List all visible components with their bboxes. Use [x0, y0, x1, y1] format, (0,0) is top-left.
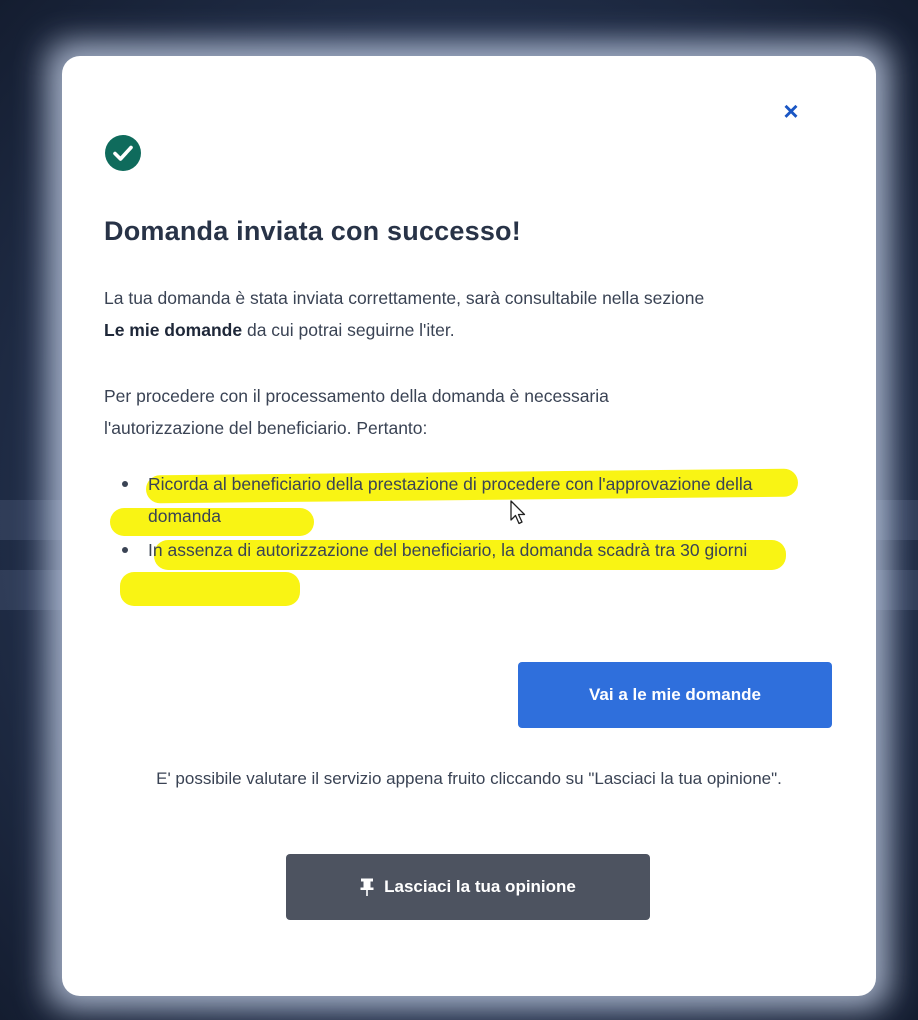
highlight-mark — [120, 572, 300, 606]
go-to-my-applications-button[interactable]: Vai a le mie domande — [518, 662, 832, 728]
success-dialog: × Domanda inviata con successo! La tua d… — [62, 56, 876, 996]
feedback-text: E' possibile valutare il servizio appena… — [156, 769, 782, 788]
confirmation-text: La tua domanda è stata inviata correttam… — [104, 288, 705, 308]
check-circle-icon — [105, 135, 141, 171]
list-item-text: In assenza di autorizzazione del benefic… — [148, 540, 748, 560]
list-item-text: Ricorda al beneficiario della prestazion… — [148, 474, 753, 526]
list-item: Ricorda al beneficiario della prestazion… — [104, 468, 814, 532]
dialog-title: Domanda inviata con successo! — [104, 216, 521, 246]
pin-icon — [360, 878, 374, 896]
confirmation-text-end: da cui potrai seguirne l'iter. — [246, 320, 455, 340]
authorization-paragraph: Per procedere con il processamento della… — [104, 386, 609, 438]
bullet-dot — [122, 547, 128, 553]
mouse-cursor-icon — [510, 500, 526, 525]
confirmation-paragraph: La tua domanda è stata inviata correttam… — [104, 282, 824, 346]
leave-feedback-button[interactable]: Lasciaci la tua opinione — [286, 854, 650, 920]
bullet-dot — [122, 481, 128, 487]
instructions-list: Ricorda al beneficiario della prestazion… — [104, 468, 814, 568]
leave-feedback-label: Lasciaci la tua opinione — [384, 877, 576, 896]
list-item: In assenza di autorizzazione del benefic… — [104, 534, 814, 566]
close-icon[interactable]: × — [783, 96, 798, 126]
close-button[interactable]: × — [776, 96, 806, 126]
my-applications-link-text: Le mie domande — [104, 320, 243, 340]
